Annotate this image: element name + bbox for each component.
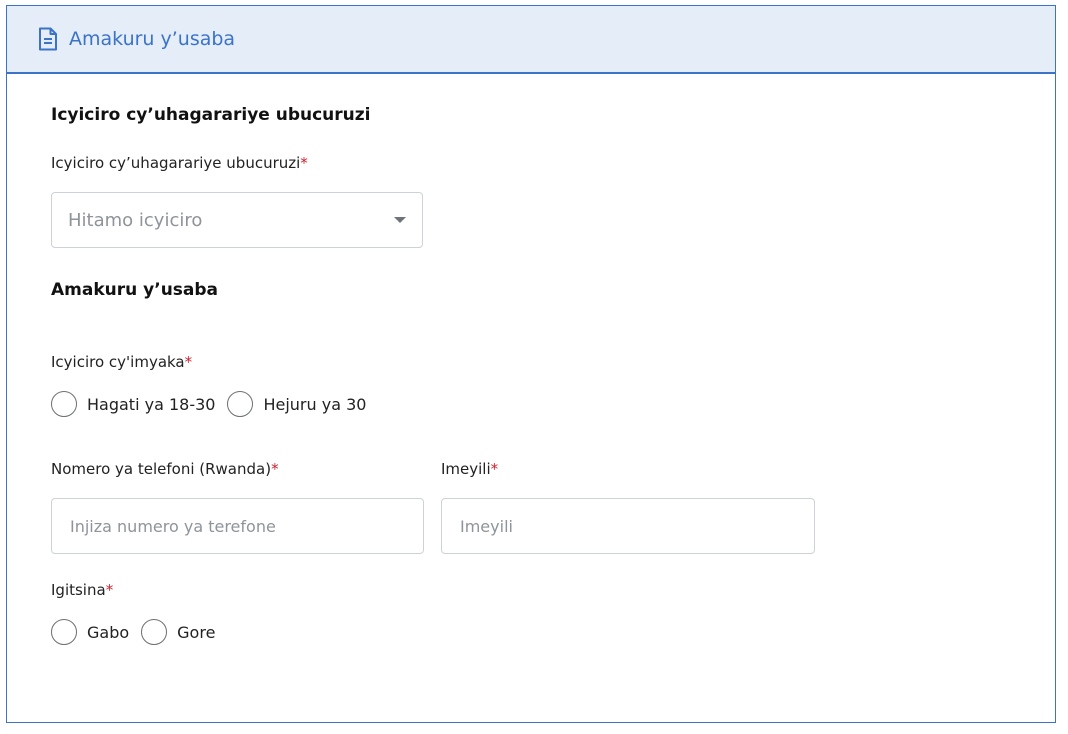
radio-button[interactable] [51, 619, 77, 645]
card-header: Amakuru y’usaba [7, 6, 1055, 74]
business-category-select[interactable]: Hitamo icyiciro [51, 192, 423, 248]
select-placeholder: Hitamo icyiciro [68, 209, 203, 231]
phone-label: Nomero ya telefoni (Rwanda)* [51, 460, 279, 478]
age-group-label-text: Icyiciro cy'imyaka [51, 353, 185, 371]
email-label-text: Imeyili [441, 460, 491, 478]
required-marker: * [105, 581, 114, 599]
required-marker: * [300, 154, 308, 172]
business-category-label-text: Icyiciro cy’uhagarariye ubucuruzi [51, 154, 301, 172]
radio-button[interactable] [51, 391, 77, 417]
phone-input[interactable] [51, 498, 424, 554]
radio-label: Gore [177, 622, 216, 642]
age-option-18-30[interactable]: Hagati ya 18-30 [51, 391, 215, 417]
required-marker: * [271, 460, 279, 478]
gender-label: Igitsina* [51, 581, 113, 599]
card-title: Amakuru y’usaba [69, 28, 236, 50]
section-title-applicant-info: Amakuru y’usaba [51, 280, 219, 300]
email-input[interactable] [441, 498, 815, 554]
radio-label: Hagati ya 18-30 [87, 394, 216, 414]
age-option-over-30[interactable]: Hejuru ya 30 [227, 391, 366, 417]
applicant-info-card: Amakuru y’usaba Icyiciro cy’uhagarariye … [6, 5, 1056, 723]
chevron-down-icon [394, 217, 406, 223]
gender-option-male[interactable]: Gabo [51, 619, 129, 645]
gender-radio-group: Gabo Gore [51, 619, 227, 645]
radio-label: Gabo [87, 622, 130, 642]
age-group-label: Icyiciro cy'imyaka* [51, 353, 192, 371]
gender-label-text: Igitsina [51, 581, 106, 599]
required-marker: * [490, 460, 499, 478]
document-icon [38, 26, 60, 52]
radio-button[interactable] [141, 619, 168, 645]
business-category-label: Icyiciro cy’uhagarariye ubucuruzi* [51, 154, 308, 172]
section-title-business-category: Icyiciro cy’uhagarariye ubucuruzi [51, 105, 371, 125]
phone-label-text: Nomero ya telefoni (Rwanda) [51, 460, 272, 478]
radio-button[interactable] [227, 391, 254, 417]
radio-label: Hejuru ya 30 [263, 394, 367, 414]
email-label: Imeyili* [441, 460, 498, 478]
age-group-radio-group: Hagati ya 18-30 Hejuru ya 30 [51, 391, 378, 417]
required-marker: * [184, 353, 193, 371]
gender-option-female[interactable]: Gore [141, 619, 215, 645]
